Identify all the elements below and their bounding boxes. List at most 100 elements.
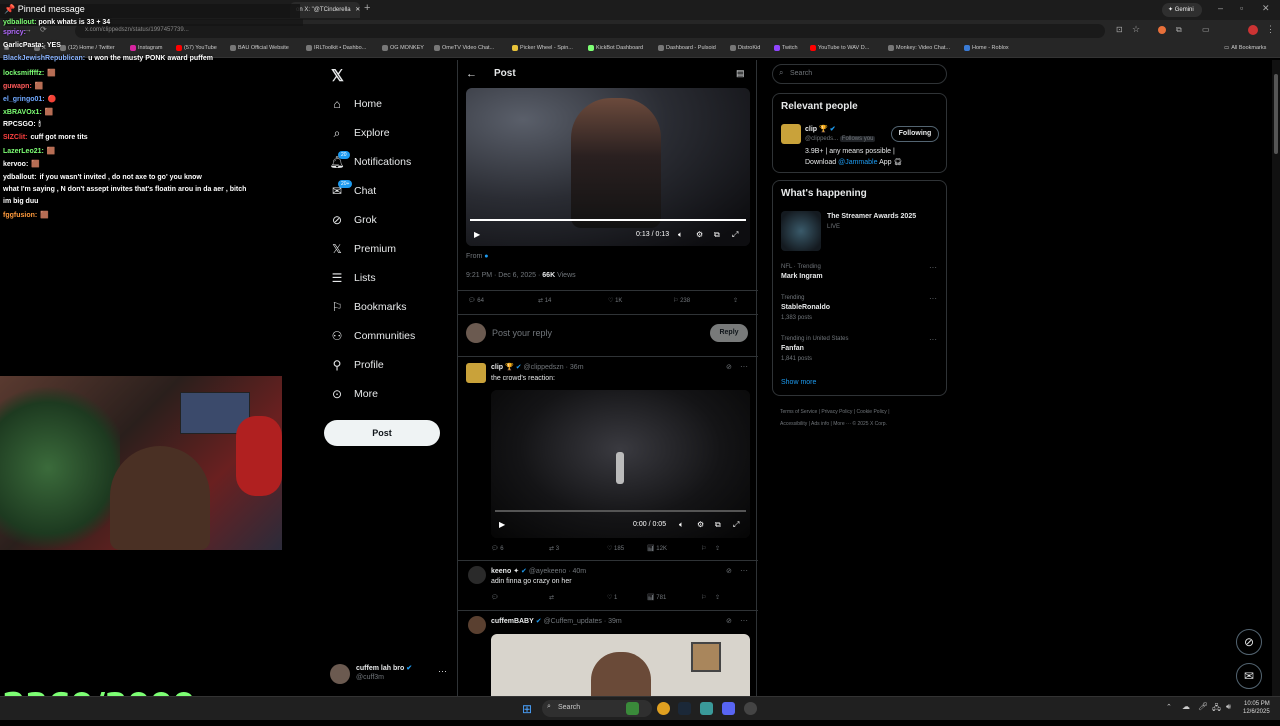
obs-icon[interactable] — [744, 702, 757, 715]
extension-icon[interactable] — [1158, 26, 1166, 34]
reply-action[interactable]: 💬︎ 64 — [468, 297, 538, 304]
play-icon[interactable]: ▶ — [499, 520, 505, 529]
fullscreen-icon[interactable]: ⤢ — [733, 520, 739, 530]
nav-bookmarks[interactable]: ⚐ Bookmarks — [330, 296, 407, 318]
network-icon[interactable]: 🖧 — [1212, 702, 1221, 716]
grok-icon[interactable]: ⊘ — [1236, 629, 1262, 655]
nav-explore[interactable]: ⌕ Explore — [330, 122, 390, 144]
grok-icon[interactable]: ⊘ — [726, 617, 732, 625]
mic-icon[interactable]: 🎤︎ — [1198, 702, 1208, 711]
post-button[interactable]: Post — [324, 420, 440, 446]
volume-icon[interactable]: 🔈︎ — [678, 230, 683, 240]
nav-notifications[interactable]: 🔔︎ 20 Notifications — [329, 151, 411, 173]
more-icon[interactable]: ··· — [740, 616, 748, 625]
bookmark-item[interactable]: (12) Home / Twitter — [60, 45, 115, 51]
more-icon[interactable]: ··· — [929, 263, 937, 272]
profile-avatar-icon[interactable] — [1248, 25, 1258, 35]
all-bookmarks[interactable]: ▭ All Bookmarks — [1224, 45, 1266, 51]
video-progress-bar[interactable] — [495, 510, 746, 512]
new-tab-button[interactable]: + — [364, 2, 370, 14]
reply-action[interactable]: 💬︎ 6 — [491, 545, 549, 552]
bookmark-item[interactable]: DistroKid — [730, 45, 760, 51]
reader-icon[interactable]: ▤ — [736, 68, 745, 79]
windows-start-icon[interactable]: ⊞ — [522, 702, 532, 716]
more-icon[interactable]: ··· — [929, 294, 937, 303]
show-more-link[interactable]: Show more — [781, 379, 816, 386]
event-title[interactable]: The Streamer Awards 2025 — [827, 213, 916, 220]
maximize-icon[interactable]: ▫ — [1240, 3, 1243, 13]
following-button[interactable]: Following — [891, 126, 939, 142]
reply-button[interactable]: Reply — [710, 324, 748, 342]
minimize-icon[interactable]: – — [1218, 3, 1223, 13]
footer-link[interactable]: Accessibility — [780, 421, 807, 427]
extensions-icon[interactable]: ⧉ — [1176, 25, 1182, 35]
volume-icon[interactable]: 🔈︎ — [679, 520, 684, 530]
avatar[interactable] — [781, 124, 801, 144]
nav-chat[interactable]: ✉ 20+ Chat — [330, 180, 376, 202]
bookmark-item[interactable]: KickBot Dashboard — [588, 45, 643, 51]
bookmark-item[interactable]: BAU Official Website — [230, 45, 289, 51]
nav-communities[interactable]: ⚇ Communities — [330, 325, 416, 347]
video-progress-bar[interactable] — [470, 219, 746, 221]
nav-lists[interactable]: ☰ Lists — [330, 267, 376, 289]
bookmark-item[interactable]: YouTube to WAV D... — [810, 45, 869, 51]
person-name[interactable]: clip 🏆 ✔ — [805, 125, 836, 133]
star-icon[interactable]: ☆ — [1132, 24, 1140, 35]
bookmark-item[interactable]: Dashboard - Pulsoid — [658, 45, 716, 51]
bookmark-icon[interactable]: ⚐ — [701, 594, 715, 601]
main-video[interactable]: ▶ 0:13 / 0:13 🔈︎ ⚙ ⧉ ⤢ — [466, 88, 750, 246]
pip-icon[interactable]: ⧉ — [714, 230, 720, 240]
nav-premium[interactable]: 𝕏 Premium — [330, 238, 396, 260]
reply-input[interactable]: Post your reply — [492, 328, 552, 338]
back-arrow-icon[interactable]: ← — [466, 68, 477, 80]
install-icon[interactable]: ⊡ — [1116, 25, 1123, 34]
volume-icon[interactable]: 🔊︎ — [1226, 702, 1231, 712]
cloud-icon[interactable]: ☁ — [1182, 702, 1190, 711]
browser-tab[interactable]: on X: "@TCinderella ✕ — [290, 2, 360, 18]
bookmark-item[interactable]: (57) YouTube — [176, 45, 217, 51]
discord-icon[interactable] — [722, 702, 735, 715]
settings-icon[interactable]: ⚙ — [697, 520, 704, 529]
trend-name[interactable]: StableRonaldo — [781, 304, 830, 311]
settings-icon[interactable]: ⚙ — [696, 230, 703, 239]
views-action[interactable]: 📊︎ 781 — [647, 594, 701, 601]
x-logo-icon[interactable]: 𝕏 — [331, 66, 344, 86]
reply-image[interactable] — [491, 634, 750, 700]
scrollbar[interactable] — [1272, 60, 1280, 696]
reload-icon[interactable]: ⟳ — [40, 25, 47, 34]
bookmark-item[interactable]: Instagram — [130, 45, 162, 51]
like-action[interactable]: ♡ 185 — [607, 545, 647, 552]
bookmark-item[interactable]: OG MONKEY — [382, 45, 424, 51]
footer-link[interactable]: Privacy Policy — [821, 409, 852, 415]
views-action[interactable]: 📊︎ 12K — [647, 545, 701, 552]
messages-icon[interactable]: ✉ — [1236, 663, 1262, 689]
reply-action[interactable]: 💬︎ — [491, 594, 549, 601]
account-switcher[interactable]: cuffem lah bro ✔ @cuff3m ··· — [330, 662, 450, 688]
share-icon[interactable]: ⇪ — [715, 594, 720, 601]
repost-action[interactable]: ⇄ — [549, 594, 607, 601]
footer-link[interactable]: Terms of Service — [780, 409, 817, 415]
trend-name[interactable]: Fanfan — [781, 345, 804, 352]
pip-icon[interactable]: ⧉ — [715, 520, 721, 530]
footer-link[interactable]: More ··· — [833, 421, 851, 427]
bookmark-item[interactable]: Twitch — [774, 45, 798, 51]
event-thumbnail[interactable] — [781, 211, 821, 251]
footer-link[interactable]: Cookie Policy — [857, 409, 887, 415]
bookmark-action[interactable]: ⚐ 238 — [673, 297, 733, 304]
close-window-icon[interactable]: ✕ — [1262, 3, 1270, 14]
bookmark-item[interactable]: IRLToolkit • Dashbo... — [306, 45, 366, 51]
trend-name[interactable]: Mark Ingram — [781, 273, 823, 280]
reply-video[interactable]: ▶ 0:00 / 0:05 🔈︎ ⚙ ⧉ ⤢ — [491, 390, 750, 538]
sidepanel-icon[interactable]: ▭ — [1202, 25, 1210, 34]
gemini-button[interactable]: ✦ Gemini — [1162, 3, 1202, 17]
chrome-icon[interactable] — [657, 702, 670, 715]
nav-home[interactable]: ⌂ Home — [330, 93, 382, 115]
steam-icon[interactable] — [678, 702, 691, 715]
bookmark-item[interactable]: Monkey: Video Chat... — [888, 45, 950, 51]
like-action[interactable]: ♡ 1K — [608, 297, 673, 304]
bookmark-icon[interactable]: ⚐ — [701, 545, 715, 552]
more-icon[interactable]: ··· — [740, 566, 748, 575]
fullscreen-icon[interactable]: ⤢ — [732, 230, 738, 240]
nav-profile[interactable]: ⚲ Profile — [330, 354, 384, 376]
nav-more[interactable]: ⊙ More — [330, 383, 378, 405]
